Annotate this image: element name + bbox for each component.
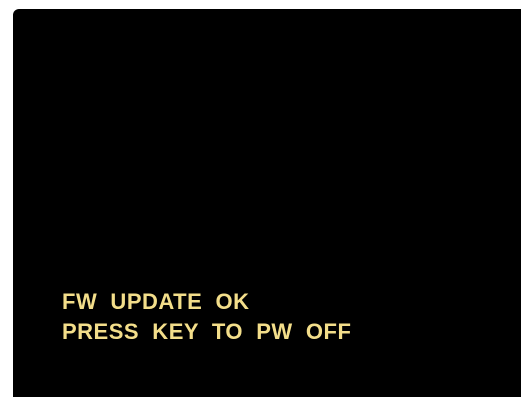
device-screen-frame: FW UPDATE OK PRESS KEY TO PW OFF [0,0,521,397]
power-off-instruction-line: PRESS KEY TO PW OFF [62,319,352,344]
firmware-status-line: FW UPDATE OK [62,289,250,314]
